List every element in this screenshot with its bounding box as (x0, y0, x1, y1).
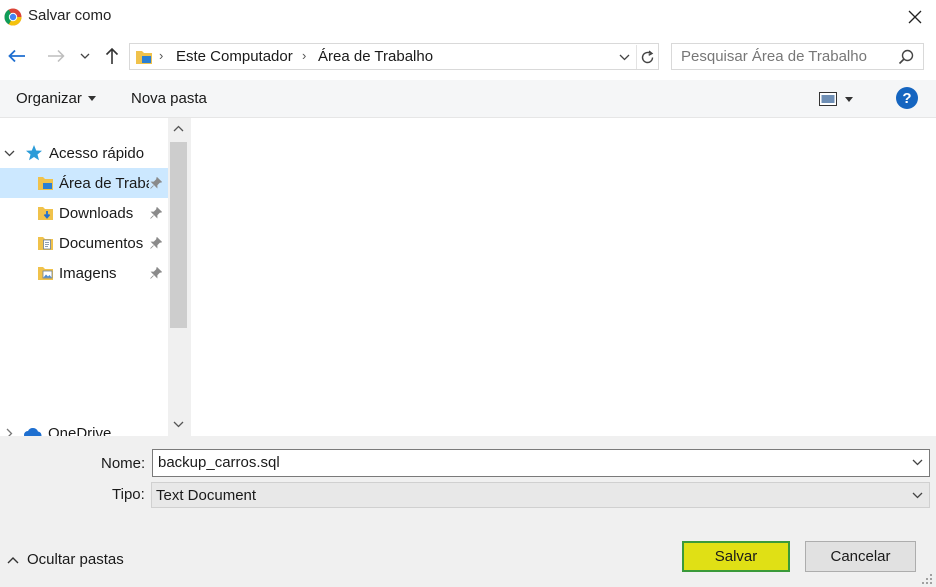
chevron-down-icon (4, 150, 15, 156)
chrome-icon (4, 8, 22, 26)
back-button[interactable] (4, 42, 30, 70)
title-bar: Salvar como (0, 0, 936, 34)
scroll-up-button[interactable] (168, 118, 189, 138)
navigation-scrollbar[interactable] (168, 118, 189, 436)
search-input[interactable] (681, 48, 891, 65)
close-icon (908, 10, 922, 24)
nav-quick-access[interactable]: Acesso rápido (0, 138, 168, 168)
window-title: Salvar como (28, 7, 112, 24)
chevron-down-icon (912, 492, 922, 498)
nav-item-label: Área de Traba (59, 174, 149, 192)
recent-locations-button[interactable] (74, 42, 96, 70)
file-type-dropdown-button[interactable] (909, 487, 925, 503)
pin-icon (150, 207, 162, 219)
breadcrumb-separator-icon: › (159, 48, 164, 63)
desktop-folder-icon (38, 176, 53, 190)
downloads-folder-icon (38, 206, 53, 220)
new-folder-button[interactable]: Nova pasta (131, 90, 207, 107)
file-name-history-button[interactable] (909, 454, 925, 470)
chevron-down-icon (80, 53, 90, 59)
cancel-button[interactable]: Cancelar (805, 541, 916, 572)
desktop-folder-icon (136, 51, 152, 64)
help-button[interactable]: ? (896, 87, 918, 109)
arrow-left-icon (8, 49, 25, 63)
arrow-right-icon (48, 49, 65, 63)
address-history-button[interactable] (614, 45, 634, 69)
file-name-input[interactable] (158, 454, 898, 471)
file-name-label: Nome: (101, 455, 146, 472)
change-view-button[interactable] (819, 88, 865, 110)
pin-icon (150, 237, 162, 249)
nav-item-documentos[interactable]: Documentos (0, 228, 168, 258)
chevron-up-icon (173, 125, 184, 131)
star-icon (26, 145, 42, 161)
close-button[interactable] (896, 2, 934, 32)
arrow-up-icon (105, 47, 119, 64)
hide-folders-label: Ocultar pastas (27, 551, 124, 568)
file-type-value: Text Document (156, 487, 257, 504)
chevron-right-icon (6, 428, 13, 436)
breadcrumb-area-de-trabalho[interactable]: Área de Trabalho (318, 48, 433, 65)
pictures-folder-icon (38, 266, 53, 280)
organize-menu[interactable]: Organizar (16, 90, 96, 107)
scrollbar-thumb[interactable] (170, 142, 187, 328)
view-options-icon (819, 92, 837, 106)
scroll-down-button[interactable] (168, 414, 189, 434)
hide-folders-button[interactable]: Ocultar pastas (7, 551, 124, 568)
pin-icon (150, 267, 162, 279)
up-button[interactable] (99, 42, 125, 70)
nav-onedrive[interactable]: OneDrive (0, 418, 168, 436)
chevron-down-icon (619, 54, 629, 60)
file-list[interactable] (191, 118, 936, 436)
nav-onedrive-label: OneDrive (48, 424, 112, 437)
file-type-select[interactable]: Text Document (151, 482, 930, 508)
file-name-box[interactable] (152, 449, 930, 477)
nav-item-label: Imagens (59, 264, 117, 282)
refresh-icon (641, 49, 654, 63)
cloud-icon (24, 428, 42, 436)
nav-item-area-de-trabalho[interactable]: Área de Traba (0, 168, 168, 198)
organize-label: Organizar (16, 90, 82, 107)
refresh-button[interactable] (636, 45, 658, 69)
pin-icon (150, 177, 162, 189)
nav-item-downloads[interactable]: Downloads (0, 198, 168, 228)
address-bar[interactable]: › Este Computador › Área de Trabalho (129, 43, 659, 70)
resize-grip-icon[interactable] (918, 570, 934, 586)
nav-item-label: Downloads (59, 204, 134, 222)
chevron-down-icon (912, 459, 922, 465)
command-bar: Organizar Nova pasta ? (0, 80, 936, 118)
nav-item-label: Documentos (59, 234, 144, 252)
caret-down-icon (845, 96, 853, 102)
save-button[interactable]: Salvar (682, 541, 790, 572)
search-icon (898, 49, 914, 65)
navigation-pane: Acesso rápido Área de Traba Downloads Do… (0, 118, 190, 436)
chevron-up-icon (7, 556, 19, 563)
forward-button[interactable] (43, 42, 69, 70)
documents-folder-icon (38, 236, 53, 250)
file-type-label: Tipo: (112, 486, 145, 503)
caret-down-icon (87, 96, 96, 101)
breadcrumb-separator-icon: › (302, 48, 307, 63)
breadcrumb-este-computador[interactable]: Este Computador (176, 48, 293, 65)
nav-item-imagens[interactable]: Imagens (0, 258, 168, 288)
nav-quick-access-label: Acesso rápido (49, 144, 145, 162)
chevron-down-icon (173, 421, 184, 427)
search-box[interactable] (671, 43, 924, 70)
